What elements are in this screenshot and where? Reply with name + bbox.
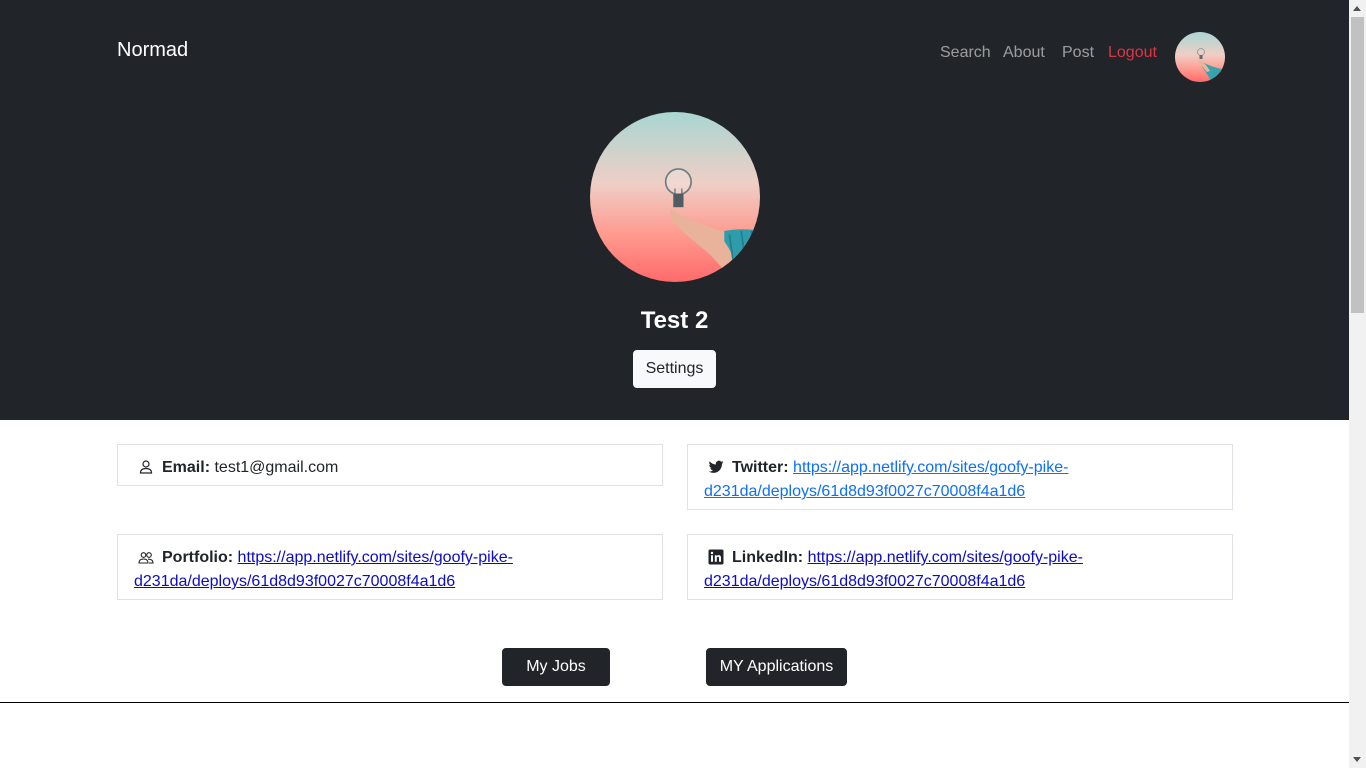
nav-link-search[interactable]: Search bbox=[940, 42, 991, 64]
twitter-icon bbox=[708, 459, 724, 475]
linkedin-label: LinkedIn: bbox=[732, 549, 804, 566]
email-value: test1@gmail.com bbox=[214, 459, 339, 476]
twitter-label: Twitter: bbox=[732, 459, 789, 476]
nav-link-about[interactable]: About bbox=[1003, 42, 1045, 64]
nav-avatar[interactable] bbox=[1175, 32, 1225, 82]
email-label: Email: bbox=[162, 459, 211, 476]
person-icon bbox=[138, 459, 154, 475]
profile-avatar bbox=[590, 112, 760, 282]
linkedin-card: LinkedIn: https://app.netlify.com/sites/… bbox=[687, 534, 1233, 600]
profile-page: Normad Search About Post Logout Test 2 S… bbox=[0, 0, 1349, 768]
chevron-up-icon bbox=[1353, 6, 1361, 11]
scroll-up-button[interactable] bbox=[1349, 0, 1366, 17]
profile-name: Test 2 bbox=[640, 307, 709, 334]
profile-header: Normad Search About Post Logout Test 2 S… bbox=[0, 0, 1349, 420]
portfolio-label: Portfolio: bbox=[162, 549, 234, 566]
section-divider bbox=[0, 702, 1349, 703]
settings-button[interactable]: Settings bbox=[633, 350, 716, 388]
nav-link-logout[interactable]: Logout bbox=[1108, 42, 1157, 64]
email-card: Email: test1@gmail.com bbox=[117, 444, 663, 486]
scroll-down-button[interactable] bbox=[1349, 751, 1366, 768]
my-applications-button[interactable]: MY Applications bbox=[706, 648, 847, 686]
chevron-down-icon bbox=[1353, 757, 1361, 762]
linkedin-icon bbox=[708, 549, 724, 565]
brand-logo-link[interactable]: Normad bbox=[117, 38, 188, 62]
vertical-scrollbar[interactable] bbox=[1349, 0, 1366, 768]
twitter-card: Twitter: https://app.netlify.com/sites/g… bbox=[687, 444, 1233, 510]
nav-link-post[interactable]: Post bbox=[1062, 42, 1094, 64]
scroll-thumb[interactable] bbox=[1351, 17, 1364, 313]
my-jobs-button[interactable]: My Jobs bbox=[502, 648, 610, 686]
portfolio-card: Portfolio: https://app.netlify.com/sites… bbox=[117, 534, 663, 600]
people-icon bbox=[138, 549, 154, 565]
